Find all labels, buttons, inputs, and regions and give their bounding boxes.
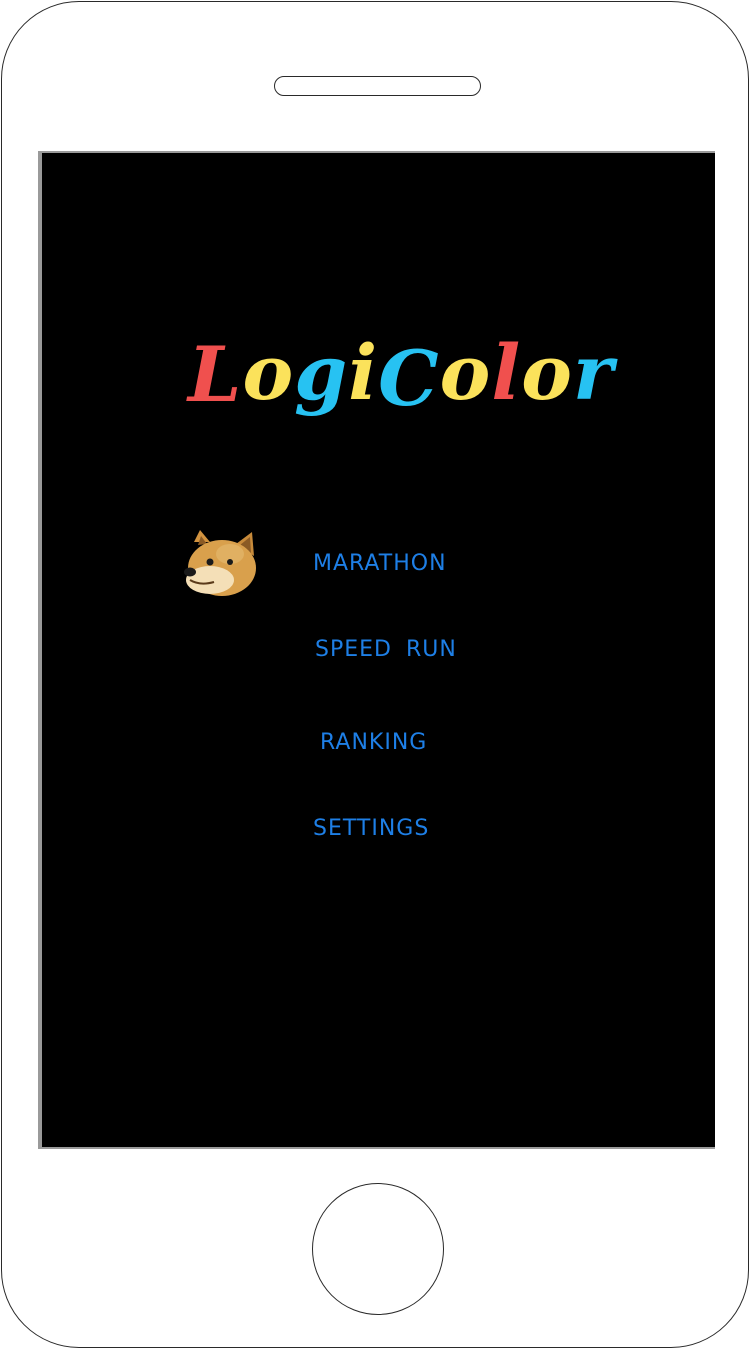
logo-letter: l <box>491 328 522 417</box>
menu-item-speed-run[interactable]: SPEED RUN <box>315 637 457 662</box>
menu-item-settings[interactable]: SETTINGS <box>313 816 429 841</box>
logo-letter: L <box>188 330 243 419</box>
logo-letter: C <box>378 334 440 423</box>
home-button[interactable] <box>312 1183 444 1315</box>
logo-letter: o <box>242 328 295 417</box>
logo-letter: g <box>294 328 349 417</box>
menu-item-marathon[interactable]: MARATHON <box>313 551 447 576</box>
logo-letter: i <box>348 328 379 417</box>
logo-letter: r <box>572 328 614 417</box>
logo-letter: o <box>439 328 492 417</box>
app-logo: LogiColor <box>188 318 613 428</box>
logo-letter: o <box>521 328 573 417</box>
phone-speaker <box>274 76 481 96</box>
menu-item-ranking[interactable]: RANKING <box>320 730 427 755</box>
doge-icon <box>184 530 256 596</box>
